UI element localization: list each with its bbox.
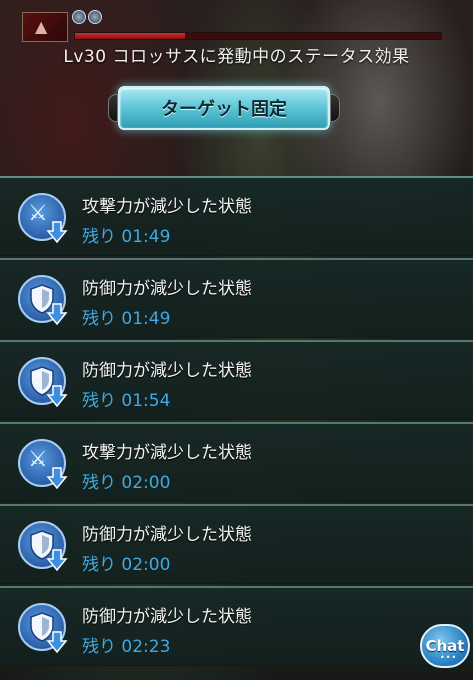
status-name: 防御力が減少した状態: [82, 279, 252, 299]
status-remaining-time: 残り 02:00: [82, 555, 171, 575]
target-lock-label: ターゲット固定: [161, 99, 287, 120]
chat-dots-icon: •••: [440, 653, 458, 662]
defense-down-icon: [18, 603, 68, 653]
status-remaining-time: 残り 01:49: [82, 227, 171, 247]
down-arrow-icon: [46, 467, 68, 489]
down-arrow-icon: [46, 631, 68, 653]
defense-down-icon: [18, 275, 68, 325]
sword-icon: ⚔: [28, 201, 48, 226]
status-row[interactable]: 防御力が減少した状態 残り 01:54: [0, 340, 473, 420]
panel-title: Lv30 コロッサスに発動中のステータス効果: [63, 47, 410, 67]
boss-buff-icon[interactable]: [72, 10, 86, 24]
boss-portrait: ▲: [22, 12, 68, 42]
down-arrow-icon: [46, 221, 68, 243]
boss-hp-fill: [75, 33, 185, 39]
status-remaining-time: 残り 02:00: [82, 473, 171, 493]
status-remaining-time: 残り 01:54: [82, 391, 171, 411]
button-ornament: [330, 94, 340, 122]
status-effect-list: ⚔ 攻撃力が減少した状態 残り 01:49 防御力が減少した状態 残り 01:4…: [0, 176, 473, 668]
status-row[interactable]: ⚔ 攻撃力が減少した状態 残り 01:49: [0, 176, 473, 256]
status-name: 防御力が減少した状態: [82, 525, 252, 545]
status-remaining-time: 残り 02:23: [82, 637, 171, 657]
button-ornament: [108, 94, 118, 122]
boss-status-bar: ▲: [22, 6, 442, 42]
attack-down-icon: ⚔: [18, 439, 68, 489]
chat-button[interactable]: Chat •••: [420, 624, 470, 668]
sword-icon: ⚔: [28, 447, 48, 472]
status-name: 防御力が減少した状態: [82, 607, 252, 627]
status-row[interactable]: 防御力が減少した状態 残り 02:00: [0, 504, 473, 584]
status-remaining-time: 残り 01:49: [82, 309, 171, 329]
boss-buff-icon[interactable]: [88, 10, 102, 24]
boss-icon: ▲: [35, 17, 48, 36]
down-arrow-icon: [46, 549, 68, 571]
status-row[interactable]: 防御力が減少した状態 残り 02:23: [0, 586, 473, 666]
down-arrow-icon: [46, 303, 68, 325]
defense-down-icon: [18, 521, 68, 571]
status-row[interactable]: ⚔ 攻撃力が減少した状態 残り 02:00: [0, 422, 473, 502]
status-name: 攻撃力が減少した状態: [82, 443, 252, 463]
status-name: 防御力が減少した状態: [82, 361, 252, 381]
down-arrow-icon: [46, 385, 68, 407]
status-row[interactable]: 防御力が減少した状態 残り 01:49: [0, 258, 473, 338]
target-lock-button[interactable]: ターゲット固定: [108, 86, 340, 130]
defense-down-icon: [18, 357, 68, 407]
attack-down-icon: ⚔: [18, 193, 68, 243]
status-name: 攻撃力が減少した状態: [82, 197, 252, 217]
boss-hp-bar: [74, 32, 442, 40]
